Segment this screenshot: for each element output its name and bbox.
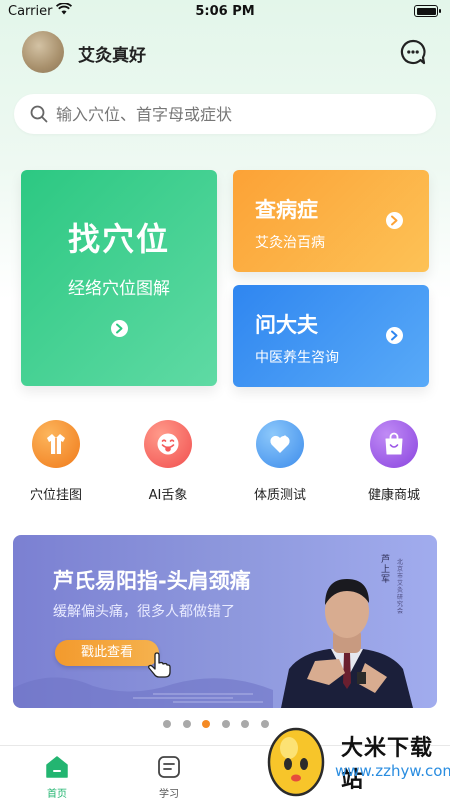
find-acupoint-title: 找穴位 — [67, 220, 170, 258]
battery-icon — [414, 5, 441, 17]
banner-title: 芦氏易阳指-头肩颈痛 — [53, 569, 251, 593]
chevron-right-icon — [386, 327, 403, 344]
egg-mascot-icon — [267, 727, 325, 797]
quick-link-ai-tongue[interactable]: AI舌象 — [112, 418, 224, 508]
header: 艾灸真好 — [22, 30, 432, 74]
watermark: 大米下载站 www.zzhyw.com — [235, 710, 450, 800]
quick-link-label: 健康商城 — [367, 488, 420, 503]
tab-study-label: 学习 — [159, 789, 179, 800]
watermark-url: www.zzhyw.com — [335, 762, 450, 780]
banner-subtitle: 缓解偏头痛，很多人都做错了 — [53, 604, 235, 620]
tongue-face-icon — [144, 420, 192, 468]
status-bar: Carrier 5:06 PM — [0, 0, 450, 24]
robe-icon — [32, 420, 80, 468]
search-icon — [30, 105, 48, 123]
search-bar[interactable] — [14, 94, 436, 134]
status-time: 5:06 PM — [195, 4, 255, 19]
quick-link-health-mall[interactable]: 健康商城 — [338, 418, 450, 508]
tab-home-label: 首页 — [47, 789, 67, 800]
home-icon — [46, 756, 68, 778]
ask-doctor-subtitle: 中医养生咨询 — [255, 350, 339, 366]
search-input[interactable] — [56, 102, 416, 126]
promo-banner[interactable]: 芦氏易阳指-头肩颈痛 缓解偏头痛，很多人都做错了 戳此查看 芦上军 北京市艾灸研… — [13, 535, 437, 708]
carousel-dot[interactable] — [222, 720, 230, 728]
chevron-right-icon — [111, 320, 128, 337]
find-acupoint-card[interactable]: 找穴位 经络穴位图解 — [21, 170, 217, 386]
carousel-dot[interactable] — [183, 720, 191, 728]
study-icon — [158, 756, 180, 778]
username[interactable]: 艾灸真好 — [78, 41, 146, 66]
carousel-dot[interactable] — [163, 720, 171, 728]
avatar[interactable] — [22, 31, 64, 73]
banner-vertical-name: 芦上军 — [381, 555, 391, 585]
shopping-bag-icon — [370, 420, 418, 468]
find-acupoint-subtitle: 经络穴位图解 — [68, 279, 170, 299]
message-icon[interactable] — [400, 39, 426, 65]
ask-doctor-title: 问大夫 — [255, 313, 318, 337]
quick-link-label: 体质测试 — [253, 488, 306, 503]
ask-doctor-card[interactable]: 问大夫 中医养生咨询 — [233, 285, 429, 387]
banner-vertical-small: 北京市艾灸研究会 — [397, 559, 404, 615]
chevron-right-icon — [386, 212, 403, 229]
quick-link-label: 穴位挂图 — [29, 488, 82, 503]
pointer-hand-icon — [148, 652, 171, 678]
check-disease-subtitle: 艾灸治百病 — [255, 235, 325, 251]
quick-link-label: AI舌象 — [148, 488, 188, 503]
carousel-dot-active[interactable] — [202, 720, 210, 728]
check-disease-title: 查病症 — [255, 198, 318, 222]
tab-home[interactable]: 首页 — [27, 752, 87, 800]
heart-icon — [256, 420, 304, 468]
check-disease-card[interactable]: 查病症 艾灸治百病 — [233, 170, 429, 272]
tab-study[interactable]: 学习 — [139, 752, 199, 800]
quick-link-constitution-test[interactable]: 体质测试 — [224, 418, 336, 508]
quick-link-acupoint-chart[interactable]: 穴位挂图 — [0, 418, 112, 508]
banner-view-button[interactable]: 戳此查看 — [55, 640, 159, 666]
